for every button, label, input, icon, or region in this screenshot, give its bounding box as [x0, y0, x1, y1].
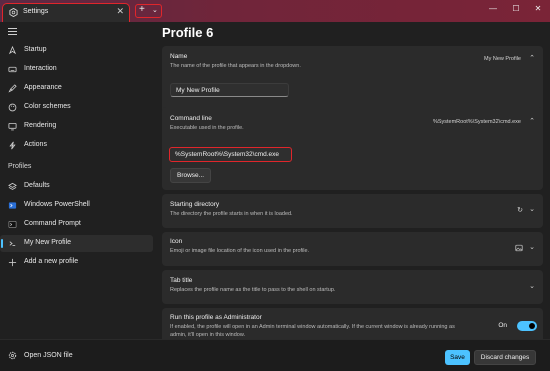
sidebar-item-command-prompt[interactable]: Command Prompt [0, 216, 153, 233]
hamburger-menu-icon[interactable] [8, 28, 17, 37]
sidebar-item-label: Defaults [24, 182, 50, 189]
browse-button[interactable]: Browse... [170, 168, 212, 183]
command-line-setting-card[interactable]: Command line Executable used in the prof… [162, 107, 543, 190]
chevron-down-icon[interactable]: ⌄ [152, 6, 158, 14]
icon-setting-card[interactable]: Icon Emoji or image file location of the… [162, 232, 543, 266]
cmd-icon [8, 221, 17, 228]
sidebar-item-label: Rendering [24, 122, 57, 129]
setting-title: Starting directory [170, 201, 220, 208]
settings-tab[interactable]: Settings ✕ [2, 3, 130, 22]
layers-icon [8, 182, 17, 190]
chevron-up-icon[interactable]: ⌃ [529, 54, 535, 62]
setting-current-value: %SystemRoot%\System32\cmd.exe [432, 119, 521, 125]
sidebar-item-label: Startup [24, 46, 47, 53]
new-tab-group: + ⌄ [135, 4, 162, 18]
rocket-icon [8, 46, 17, 55]
sidebar-item-label: Actions [24, 141, 47, 148]
sidebar-item-label: Color schemes [24, 103, 71, 110]
sidebar-item-rendering[interactable]: Rendering [0, 118, 153, 135]
keyboard-icon [8, 66, 17, 73]
sidebar-item-appearance[interactable]: Appearance [0, 80, 153, 97]
lightning-icon [9, 141, 16, 150]
run-as-admin-toggle[interactable] [517, 321, 537, 331]
page-title: Profile 6 [162, 25, 214, 40]
sidebar-item-label: Appearance [24, 84, 62, 91]
settings-gear-icon [9, 8, 18, 17]
refresh-icon: ↻ [517, 207, 523, 214]
terminal-icon [9, 241, 16, 246]
chevron-down-icon[interactable]: ⌄ [529, 243, 535, 251]
gear-icon [8, 351, 17, 360]
setting-description: Executable used in the profile. [170, 125, 244, 131]
chevron-down-icon[interactable]: ⌄ [529, 205, 535, 213]
setting-description: The name of the profile that appears in … [170, 63, 301, 69]
image-icon [515, 244, 523, 252]
starting-directory-setting-card[interactable]: Starting directory The directory the pro… [162, 194, 543, 228]
chevron-down-icon[interactable]: ⌄ [529, 282, 535, 290]
footer: Open JSON file Save Discard changes [0, 339, 550, 371]
sidebar-item-label: My New Profile [24, 239, 72, 246]
setting-description: If enabled, the profile will open in an … [170, 324, 455, 330]
sidebar-item-defaults[interactable]: Defaults [0, 178, 153, 195]
sidebar-item-startup[interactable]: Startup [0, 42, 153, 59]
name-input[interactable]: My New Profile [170, 83, 289, 97]
maximize-button[interactable]: ☐ [509, 4, 523, 13]
command-line-input[interactable]: %SystemRoot%\System32\cmd.exe [169, 147, 292, 162]
brush-icon [8, 84, 17, 93]
setting-title: Run this profile as Administrator [170, 314, 262, 321]
setting-description: Replaces the profile name as the title t… [170, 287, 336, 293]
setting-current-value: My New Profile [484, 56, 521, 62]
sidebar-item-label: Interaction [24, 65, 57, 72]
sidebar-item-label: Add a new profile [24, 258, 79, 265]
sidebar-item-actions[interactable]: Actions [0, 137, 153, 154]
sidebar-item-label: Windows PowerShell [24, 201, 90, 208]
discard-changes-button[interactable]: Discard changes [474, 350, 536, 365]
save-button[interactable]: Save [445, 350, 470, 365]
sidebar-item-label: Command Prompt [24, 220, 81, 227]
setting-title: Command line [170, 115, 212, 122]
powershell-icon [8, 202, 17, 209]
setting-description: admin, it'll open in this window. [170, 332, 246, 338]
minimize-button[interactable]: — [486, 4, 500, 13]
monitor-icon [8, 122, 17, 131]
sidebar-item-add-profile[interactable]: Add a new profile [0, 254, 153, 271]
sidebar-item-windows-powershell[interactable]: Windows PowerShell [0, 197, 153, 214]
setting-title: Tab title [170, 277, 193, 284]
open-json-file-label: Open JSON file [24, 352, 73, 359]
setting-description: Emoji or image file location of the icon… [170, 248, 310, 254]
main-content: Profile 6 Name The name of the profile t… [158, 22, 550, 348]
sidebar-item-color-schemes[interactable]: Color schemes [0, 99, 153, 116]
tab-close-icon[interactable]: ✕ [116, 6, 124, 17]
setting-description: The directory the profile starts in when… [170, 211, 293, 217]
sidebar-item-interaction[interactable]: Interaction [0, 61, 153, 78]
close-window-button[interactable]: ✕ [531, 4, 545, 13]
sidebar: Startup Interaction Appearance Color sch… [0, 22, 158, 371]
new-tab-button[interactable]: + [139, 4, 145, 15]
tab-title: Settings [23, 8, 49, 15]
profiles-section-header: Profiles [8, 163, 32, 170]
toggle-state-label: On [498, 322, 507, 329]
palette-icon [8, 103, 17, 112]
sidebar-item-my-new-profile[interactable]: My New Profile [0, 235, 153, 252]
title-bar: Settings ✕ + ⌄ — ☐ ✕ [0, 0, 550, 22]
plus-icon [8, 258, 17, 267]
tab-title-setting-card[interactable]: Tab title Replaces the profile name as t… [162, 270, 543, 304]
setting-title: Icon [170, 238, 183, 245]
setting-title: Name [170, 53, 188, 60]
chevron-up-icon[interactable]: ⌃ [529, 117, 535, 125]
